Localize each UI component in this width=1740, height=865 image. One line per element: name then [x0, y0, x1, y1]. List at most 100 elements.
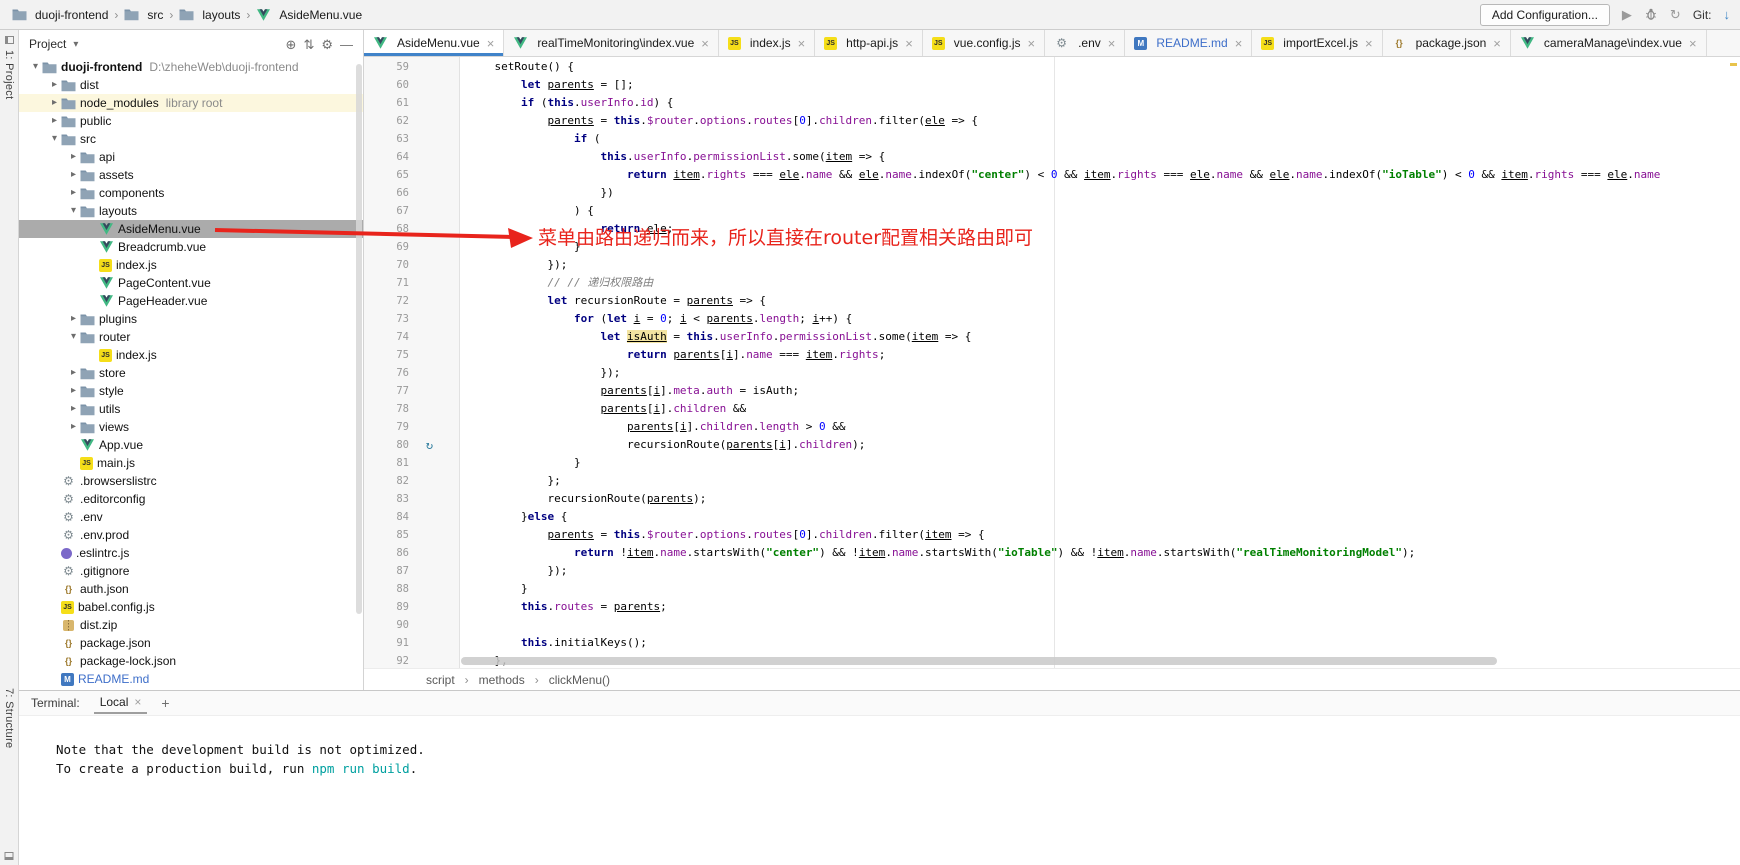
close-icon[interactable]: × [134, 695, 141, 709]
editor[interactable]: 5960616263646566676869707172737475767778… [364, 57, 1740, 668]
tree-item[interactable]: ▸plugins [19, 310, 363, 328]
code-line[interactable]: parents[i].children && [460, 400, 1740, 418]
breadcrumb-item[interactable]: src [122, 8, 165, 22]
line-number[interactable]: 91 [364, 634, 459, 652]
tree-item[interactable]: PageContent.vue [19, 274, 363, 292]
code-line[interactable]: ) { [460, 202, 1740, 220]
code-line[interactable]: return !item.name.startsWith("center") &… [460, 544, 1740, 562]
tree-item[interactable]: {}auth.json [19, 580, 363, 598]
tree-item[interactable]: AsideMenu.vue [19, 220, 363, 238]
line-number[interactable]: 64 [364, 148, 459, 166]
editor-tab[interactable]: MREADME.md× [1125, 30, 1252, 56]
tree-item[interactable]: {}package-lock.json [19, 652, 363, 670]
tree-item[interactable]: ▸style [19, 382, 363, 400]
editor-tab[interactable]: cameraManage\index.vue× [1511, 30, 1707, 56]
line-number[interactable]: 66 [364, 184, 459, 202]
editor-tab[interactable]: JShttp-api.js× [815, 30, 923, 56]
chevron-right-icon[interactable]: ▸ [67, 152, 80, 162]
tree-item[interactable]: ▾layouts [19, 202, 363, 220]
line-number[interactable]: 62 [364, 112, 459, 130]
chevron-down-icon[interactable]: ▾ [48, 134, 61, 144]
code-line[interactable]: }); [460, 562, 1740, 580]
tree-item[interactable]: Breadcrumb.vue [19, 238, 363, 256]
breadcrumb-item[interactable]: layouts [177, 8, 242, 22]
chevron-right-icon[interactable]: ▸ [48, 80, 61, 90]
breadcrumb-item[interactable]: AsideMenu.vue [254, 8, 364, 22]
line-number[interactable]: 60 [364, 76, 459, 94]
code-line[interactable]: let parents = []; [460, 76, 1740, 94]
code-area[interactable]: setRoute() { let parents = []; if (this.… [460, 57, 1740, 668]
code-line[interactable]: return parents[i].name === item.rights; [460, 346, 1740, 364]
editor-tab[interactable]: JSindex.js× [719, 30, 815, 56]
line-number[interactable]: 85 [364, 526, 459, 544]
code-line[interactable]: }) [460, 184, 1740, 202]
tree-item[interactable]: ▸api [19, 148, 363, 166]
code-line[interactable]: } [460, 454, 1740, 472]
chevron-down-icon[interactable]: ▾ [29, 62, 42, 72]
code-line[interactable]: }; [460, 472, 1740, 490]
tree-item[interactable]: ⚙.editorconfig [19, 490, 363, 508]
close-icon[interactable]: × [1365, 36, 1373, 51]
code-line[interactable]: setRoute() { [460, 58, 1740, 76]
sync-icon[interactable]: ↻ [1670, 8, 1681, 21]
locate-file-icon[interactable]: ⊕ [286, 38, 297, 51]
close-icon[interactable]: × [1689, 36, 1697, 51]
chevron-right-icon[interactable]: ▸ [67, 188, 80, 198]
editor-tab[interactable]: JSvue.config.js× [923, 30, 1045, 56]
code-line[interactable]: let isAuth = this.userInfo.permissionLis… [460, 328, 1740, 346]
code-line[interactable]: }); [460, 364, 1740, 382]
tree-item[interactable]: ▸utils [19, 400, 363, 418]
project-panel-title[interactable]: Project [29, 37, 66, 51]
hide-panel-icon[interactable]: ― [340, 38, 353, 51]
line-number[interactable]: 81 [364, 454, 459, 472]
tree-item[interactable]: ▸views [19, 418, 363, 436]
line-number[interactable]: 69 [364, 238, 459, 256]
add-configuration-button[interactable]: Add Configuration... [1480, 4, 1610, 26]
terminal-tab-local[interactable]: Local × [94, 692, 148, 714]
structure-tool-window-button[interactable]: 7: Structure [3, 688, 15, 748]
settings-icon[interactable]: ⚙ [321, 38, 333, 51]
tree-item[interactable]: {}package.json [19, 634, 363, 652]
code-line[interactable]: parents[i].children.length > 0 && [460, 418, 1740, 436]
chevron-right-icon[interactable]: ▸ [67, 170, 80, 180]
tree-item[interactable]: ⚙.env [19, 508, 363, 526]
editor-breadcrumb-item[interactable]: script [426, 673, 455, 687]
close-icon[interactable]: × [905, 36, 913, 51]
chevron-down-icon[interactable]: ▾ [73, 39, 78, 50]
tree-item[interactable]: JSmain.js [19, 454, 363, 472]
line-number[interactable]: 88 [364, 580, 459, 598]
line-number[interactable]: 65 [364, 166, 459, 184]
line-number[interactable]: 61 [364, 94, 459, 112]
tree-item[interactable]: ▾duoji-frontendD:\zheheWeb\duoji-fronten… [19, 58, 363, 76]
close-icon[interactable]: × [1235, 36, 1243, 51]
line-number[interactable]: 78 [364, 400, 459, 418]
line-number[interactable]: 68 [364, 220, 459, 238]
line-number[interactable]: 70 [364, 256, 459, 274]
tree-item[interactable]: ▸node_moduleslibrary root [19, 94, 363, 112]
code-line[interactable]: this.routes = parents; [460, 598, 1740, 616]
tree-item[interactable]: JSindex.js [19, 256, 363, 274]
stripe-toggle-icon[interactable] [5, 852, 14, 860]
editor-tab[interactable]: AsideMenu.vue× [364, 30, 504, 56]
tree-item[interactable]: ▸components [19, 184, 363, 202]
tree-item[interactable]: ▸assets [19, 166, 363, 184]
chevron-right-icon[interactable]: ▸ [48, 116, 61, 126]
tree-item[interactable]: ▾src [19, 130, 363, 148]
code-line[interactable]: return ele; [460, 220, 1740, 238]
line-number[interactable]: 79 [364, 418, 459, 436]
line-number[interactable]: 80↻ [364, 436, 459, 454]
line-number[interactable]: 84 [364, 508, 459, 526]
code-line[interactable] [460, 616, 1740, 634]
project-scrollbar[interactable] [356, 64, 362, 614]
code-line[interactable]: recursionRoute(parents); [460, 490, 1740, 508]
line-number[interactable]: 67 [364, 202, 459, 220]
line-number[interactable]: 73 [364, 310, 459, 328]
scrollbar-thumb[interactable] [461, 657, 1497, 665]
recursion-icon[interactable]: ↻ [426, 436, 433, 454]
line-number[interactable]: 77 [364, 382, 459, 400]
chevron-right-icon[interactable]: ▸ [67, 404, 80, 414]
tree-item[interactable]: dist.zip [19, 616, 363, 634]
close-icon[interactable]: × [701, 36, 709, 51]
tree-item[interactable]: PageHeader.vue [19, 292, 363, 310]
tree-item[interactable]: ⚙.gitignore [19, 562, 363, 580]
